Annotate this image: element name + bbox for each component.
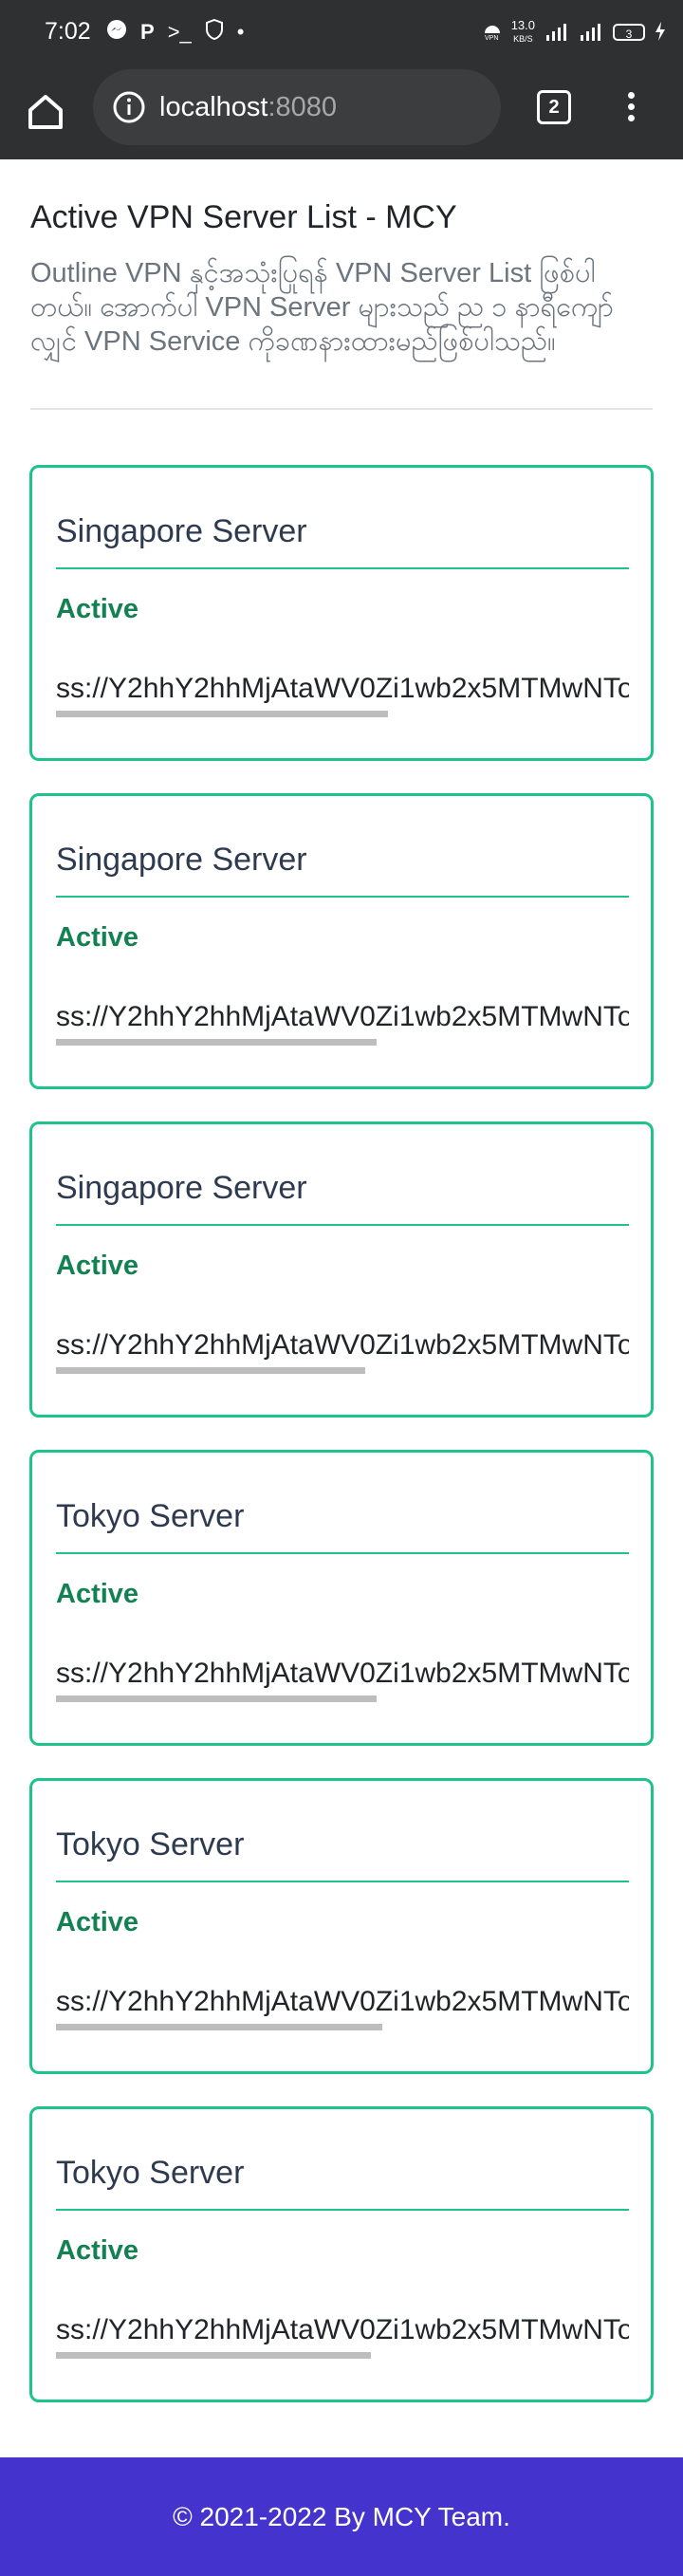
server-name: Tokyo Server: [56, 2155, 245, 2191]
divider: [30, 408, 653, 410]
page-title: Active VPN Server List - MCY: [30, 199, 457, 235]
more-menu-button[interactable]: [617, 88, 645, 130]
dot-icon: •: [236, 20, 245, 44]
status-time: 7:02: [45, 18, 91, 45]
server-access-link[interactable]: ss://Y2hhY2hhMjAtaWV0Zi1wb2x5MTMwNToxMjM…: [56, 1329, 629, 1362]
server-name: Tokyo Server: [56, 1826, 245, 1863]
terminal-icon: >_: [167, 20, 192, 44]
charging-icon: [655, 21, 666, 44]
server-name: Singapore Server: [56, 842, 307, 878]
card-divider: [56, 567, 629, 569]
tab-switcher-button[interactable]: 2: [537, 90, 571, 124]
url-port: :8080: [268, 92, 338, 122]
svg-text:VPN: VPN: [485, 35, 498, 41]
system-status: VPN 13.0 KB/S 3: [483, 19, 666, 46]
server-status: Active: [56, 1907, 139, 1937]
server-list: Singapore Server Active ss://Y2hhY2hhMjAta…: [29, 465, 654, 2435]
server-status: Active: [56, 594, 139, 624]
card-divider: [56, 1224, 629, 1226]
server-card: Singapore Server Active ss://Y2hhY2hhMjAta…: [29, 465, 654, 761]
menu-dot-icon: [627, 115, 635, 121]
menu-dot-icon: [627, 103, 635, 110]
card-divider: [56, 896, 629, 898]
server-status: Active: [56, 1579, 139, 1609]
p-icon: P: [140, 20, 155, 44]
net-speed-value: 13.0: [510, 18, 535, 32]
link-underline: [56, 1696, 377, 1702]
server-status: Active: [56, 922, 139, 953]
link-underline: [56, 1039, 377, 1046]
status-bar: 7:02 P >_ • VPN 13.0 KB/S 3: [0, 0, 683, 65]
vpn-icon: VPN: [483, 22, 502, 44]
link-underline: [56, 2024, 382, 2030]
server-access-link[interactable]: ss://Y2hhY2hhMjAtaWV0Zi1wb2x5MTMwNToxMjM…: [56, 2314, 629, 2346]
server-status: Active: [56, 2235, 139, 2266]
server-card: Tokyo Server Active ss://Y2hhY2hhMjAtaWV0Z…: [29, 1778, 654, 2074]
server-name: Singapore Server: [56, 513, 307, 549]
menu-dot-icon: [627, 92, 635, 99]
server-access-link[interactable]: ss://Y2hhY2hhMjAtaWV0Zi1wb2x5MTMwNToxMjM…: [56, 1001, 629, 1033]
server-access-link[interactable]: ss://Y2hhY2hhMjAtaWV0Zi1wb2x5MTMwNToxMjM…: [56, 1658, 629, 1690]
shield-icon: [205, 18, 224, 46]
server-card: Tokyo Server Active ss://Y2hhY2hhMjAtaWV0Z…: [29, 1450, 654, 1746]
net-speed-unit: KB/S: [513, 34, 533, 44]
signal-icon: [579, 22, 603, 44]
server-card: Tokyo Server Active ss://Y2hhY2hhMjAtaWV0Z…: [29, 2106, 654, 2402]
server-access-link[interactable]: ss://Y2hhY2hhMjAtaWV0Zi1wb2x5MTMwNToxMjM…: [56, 673, 629, 705]
link-underline: [56, 711, 388, 717]
battery-icon: 3: [613, 24, 645, 41]
address-bar[interactable]: localhost:8080: [93, 69, 501, 145]
link-underline: [56, 1367, 365, 1374]
signal-4g-icon: [545, 22, 569, 44]
server-name: Tokyo Server: [56, 1498, 245, 1534]
card-divider: [56, 1552, 629, 1554]
page-description: Outline VPN နှင့်အသုံးပြုရန် VPN Server …: [30, 258, 614, 357]
server-status: Active: [56, 1251, 139, 1281]
server-name: Singapore Server: [56, 1170, 307, 1206]
footer: © 2021-2022 By MCY Team.: [0, 2457, 683, 2576]
server-access-link[interactable]: ss://Y2hhY2hhMjAtaWV0Zi1wb2x5MTMwNToxMjM…: [56, 1986, 629, 2018]
messenger-icon: [106, 19, 127, 46]
info-icon[interactable]: [112, 90, 146, 124]
server-card: Singapore Server Active ss://Y2hhY2hhMjAta…: [29, 1121, 654, 1418]
notification-icons: P >_ •: [106, 18, 245, 46]
url-host: localhost: [159, 92, 268, 122]
net-speed: 13.0 KB/S: [511, 19, 535, 46]
card-divider: [56, 2209, 629, 2211]
link-underline: [56, 2352, 371, 2359]
home-button[interactable]: [21, 87, 70, 137]
browser-toolbar: localhost:8080 2: [0, 65, 683, 159]
home-icon: [28, 95, 63, 129]
url-text[interactable]: localhost:8080: [159, 92, 337, 123]
server-card: Singapore Server Active ss://Y2hhY2hhMjAta…: [29, 793, 654, 1089]
card-divider: [56, 1881, 629, 1882]
